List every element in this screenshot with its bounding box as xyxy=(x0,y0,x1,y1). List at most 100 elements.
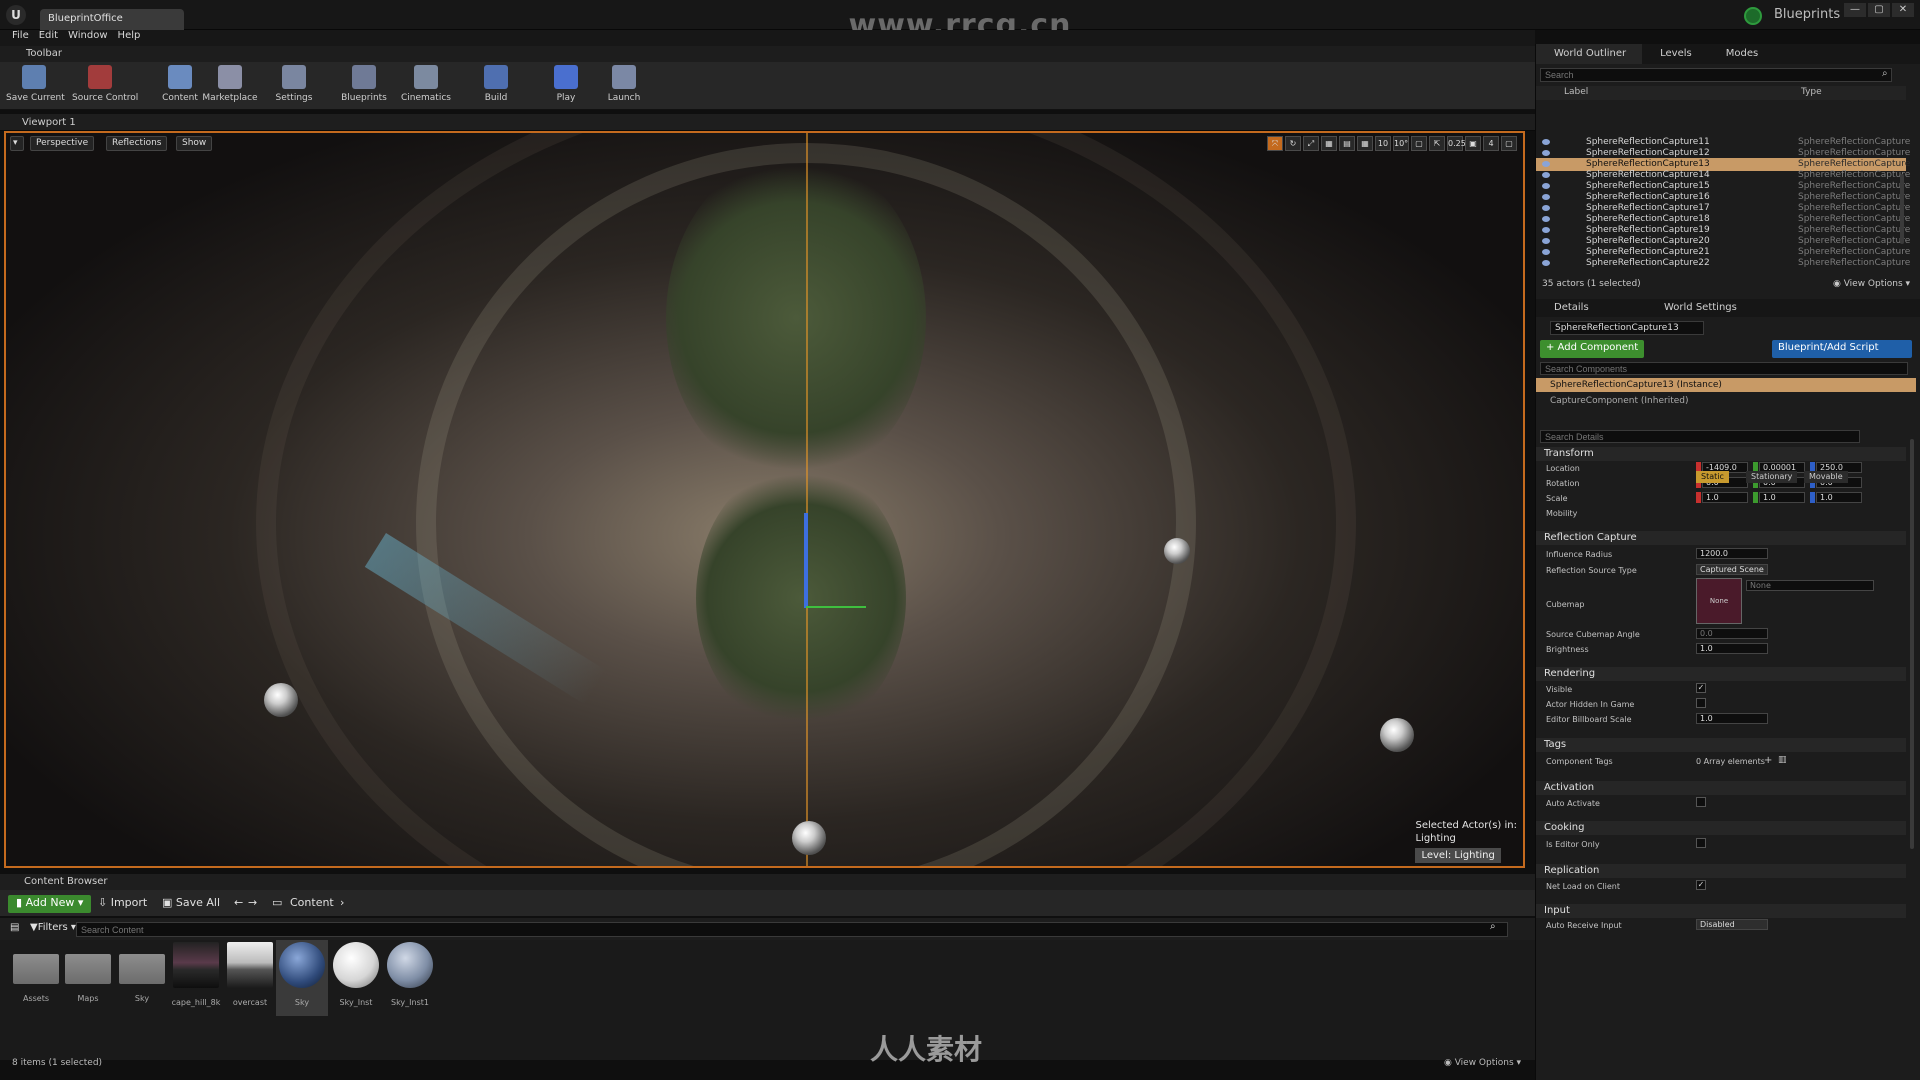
blueprints-button[interactable]: Blueprints xyxy=(336,65,392,109)
section-cooking[interactable]: Cooking xyxy=(1536,821,1906,835)
close-button[interactable]: ✕ xyxy=(1892,3,1914,17)
component-inherited-row[interactable]: CaptureComponent (Inherited) xyxy=(1550,396,1689,406)
perspective-button[interactable]: Perspective xyxy=(30,136,95,151)
auto-activate-checkbox[interactable] xyxy=(1696,797,1706,807)
camera-speed-value[interactable]: 4 xyxy=(1483,136,1499,151)
level-viewport[interactable]: ▾ Perspective Reflections Show ⤧ ↻ ⤢ ▦ ▤… xyxy=(4,131,1525,868)
visibility-eye-icon[interactable] xyxy=(1542,249,1550,255)
blueprints-badge-icon[interactable] xyxy=(1744,7,1762,25)
outliner-view-options-button[interactable]: ◉ View Options ▾ xyxy=(1833,279,1910,289)
search-details-input[interactable] xyxy=(1540,430,1860,443)
section-transform[interactable]: Transform xyxy=(1536,447,1906,461)
cubemap-angle-field[interactable]: 0.0 xyxy=(1696,628,1768,639)
visibility-eye-icon[interactable] xyxy=(1542,139,1550,145)
scale-z-field[interactable]: 1.0 xyxy=(1816,492,1862,503)
show-button[interactable]: Show xyxy=(176,136,213,151)
influence-radius-field[interactable]: 1200.0 xyxy=(1696,548,1768,559)
tab-world-outliner[interactable]: World Outliner xyxy=(1536,44,1643,64)
visibility-eye-icon[interactable] xyxy=(1542,194,1550,200)
visibility-eye-icon[interactable] xyxy=(1542,205,1550,211)
object-name-field[interactable]: SphereReflectionCapture13 xyxy=(1550,321,1704,335)
column-type[interactable]: Type xyxy=(1801,87,1822,97)
save-all-button[interactable]: ▣ Save All xyxy=(162,896,220,909)
blueprint-add-script-button[interactable]: Blueprint/Add Script xyxy=(1772,340,1912,358)
visibility-eye-icon[interactable] xyxy=(1542,150,1550,156)
launch-button[interactable]: Launch xyxy=(596,65,652,109)
add-element-icon[interactable]: + xyxy=(1764,755,1772,766)
asset-tile[interactable]: Maps xyxy=(62,940,114,1016)
menu-file[interactable]: File xyxy=(12,30,29,46)
asset-tile-selected[interactable]: Sky xyxy=(276,940,328,1016)
surface-snap-icon[interactable]: ▤ xyxy=(1339,136,1355,151)
asset-tile[interactable]: Sky_Inst xyxy=(330,940,382,1016)
visible-checkbox[interactable]: ✓ xyxy=(1696,683,1706,693)
section-reflection-capture[interactable]: Reflection Capture xyxy=(1536,531,1906,545)
history-forward-icon[interactable]: → xyxy=(248,896,257,909)
menu-help[interactable]: Help xyxy=(118,30,141,46)
outliner-row[interactable]: SphereReflectionCapture22 SphereReflectio… xyxy=(1536,257,1910,270)
outliner-scrollbar[interactable] xyxy=(1900,174,1904,244)
net-load-checkbox[interactable]: ✓ xyxy=(1696,880,1706,890)
visibility-eye-icon[interactable] xyxy=(1542,172,1550,178)
visibility-eye-icon[interactable] xyxy=(1542,238,1550,244)
editor-only-checkbox[interactable] xyxy=(1696,838,1706,848)
minimize-button[interactable]: — xyxy=(1844,3,1866,17)
content-browser-tab[interactable]: Content Browser xyxy=(0,874,1535,890)
menu-edit[interactable]: Edit xyxy=(39,30,58,46)
visibility-eye-icon[interactable] xyxy=(1542,216,1550,222)
grid-snap-icon[interactable]: ▦ xyxy=(1321,136,1337,151)
auto-receive-dropdown[interactable]: Disabled xyxy=(1696,919,1768,930)
trash-icon[interactable]: ▥ xyxy=(1778,755,1787,765)
reflections-view-mode-button[interactable]: Reflections xyxy=(106,136,168,151)
rotate-mode-icon[interactable]: ↻ xyxy=(1285,136,1301,151)
content-button[interactable]: Content xyxy=(152,65,208,109)
visibility-eye-icon[interactable] xyxy=(1542,183,1550,189)
tab-world-settings[interactable]: World Settings xyxy=(1664,302,1737,313)
asset-tile[interactable]: Sky_Inst1 xyxy=(384,940,436,1016)
viewport-tab[interactable]: Viewport 1 xyxy=(0,114,1535,131)
asset-tile[interactable]: Assets xyxy=(10,940,62,1016)
brightness-field[interactable]: 1.0 xyxy=(1696,643,1768,654)
maximize-viewport-icon[interactable]: ▢ xyxy=(1501,136,1517,151)
cinematics-button[interactable]: Cinematics xyxy=(398,65,454,109)
visibility-eye-icon[interactable] xyxy=(1542,260,1550,266)
reflection-source-dropdown[interactable]: Captured Scene xyxy=(1696,564,1768,575)
visibility-eye-icon[interactable] xyxy=(1542,227,1550,233)
path-chevron-icon[interactable]: › xyxy=(340,896,344,909)
asset-tile[interactable]: cape_hill_8k xyxy=(170,940,222,1016)
scale-snap-icon[interactable]: ▢ xyxy=(1411,136,1427,151)
tab-levels[interactable]: Levels xyxy=(1642,44,1708,64)
visibility-eye-icon[interactable] xyxy=(1542,161,1550,167)
search-icon[interactable]: ⌕ xyxy=(1490,921,1496,932)
mobility-movable[interactable]: Movable xyxy=(1804,471,1848,483)
filters-button[interactable]: ▼Filters ▾ xyxy=(30,922,76,933)
add-new-button[interactable]: ▮ Add New ▾ xyxy=(8,895,92,913)
scale-mode-icon[interactable]: ⤢ xyxy=(1303,136,1319,151)
mobility-static[interactable]: Static xyxy=(1696,471,1729,483)
add-component-button[interactable]: + Add Component xyxy=(1540,340,1645,358)
build-button[interactable]: Build xyxy=(468,65,524,109)
grid-toggle-icon[interactable]: ▦ xyxy=(1357,136,1373,151)
reflection-sphere-icon[interactable] xyxy=(792,821,826,855)
gizmo-axis-z[interactable] xyxy=(804,513,808,608)
section-rendering[interactable]: Rendering xyxy=(1536,667,1906,681)
menu-window[interactable]: Window xyxy=(68,30,107,46)
save-current-button[interactable]: Save Current xyxy=(6,65,65,109)
sources-toggle-icon[interactable]: ▤ xyxy=(10,922,19,933)
reflection-sphere-icon[interactable] xyxy=(264,683,298,717)
billboard-scale-field[interactable]: 1.0 xyxy=(1696,713,1768,724)
scale-snap-value[interactable]: 0.25 xyxy=(1447,136,1466,151)
play-button[interactable]: Play xyxy=(538,65,594,109)
tab-modes[interactable]: Modes xyxy=(1708,44,1774,64)
details-scrollbar[interactable] xyxy=(1910,439,1914,849)
history-back-icon[interactable]: ← xyxy=(234,896,243,909)
gizmo-axis-y[interactable] xyxy=(806,606,866,608)
cubemap-thumbnail[interactable]: None xyxy=(1696,578,1742,624)
section-tags[interactable]: Tags xyxy=(1536,738,1906,752)
camera-speed-icon[interactable]: ⇱ xyxy=(1429,136,1445,151)
asset-tile[interactable]: Sky xyxy=(116,940,168,1016)
marketplace-button[interactable]: Marketplace xyxy=(202,65,258,109)
mobility-stationary[interactable]: Stationary xyxy=(1746,471,1798,483)
column-label[interactable]: Label xyxy=(1564,87,1588,97)
toolbar-tab[interactable]: Toolbar xyxy=(0,46,1535,62)
